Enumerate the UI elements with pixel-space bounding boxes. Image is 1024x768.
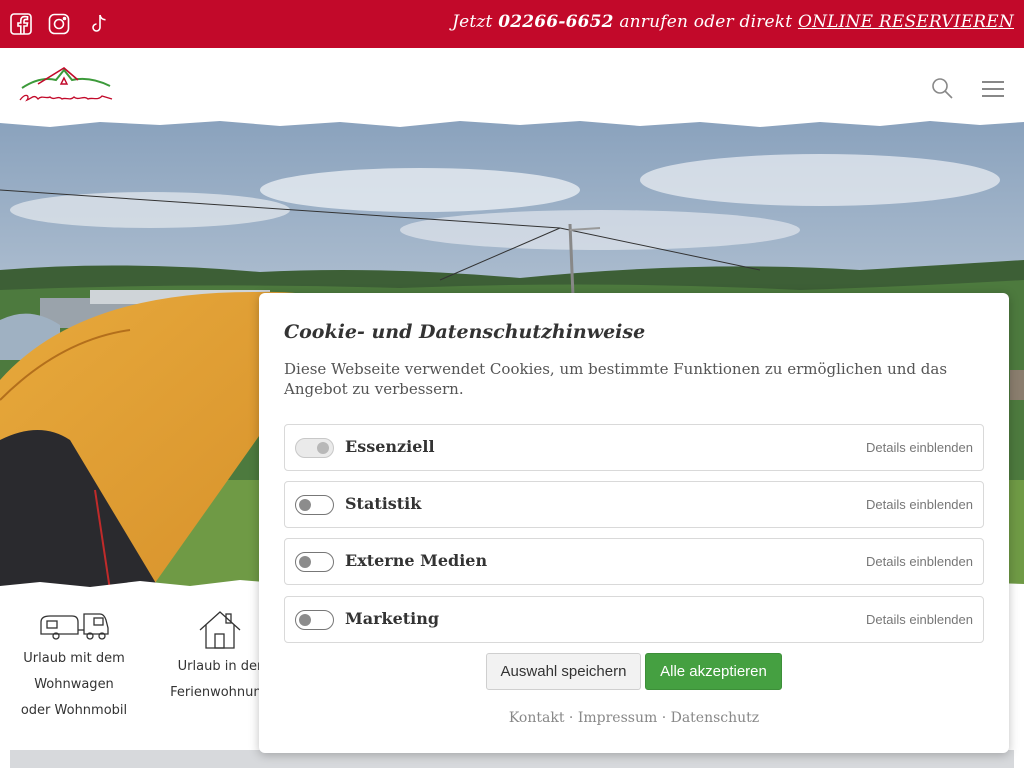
tile-label-line: Urlaub in der <box>177 659 263 674</box>
menu-icon[interactable] <box>982 76 1004 100</box>
impressum-link[interactable]: Impressum <box>578 710 657 726</box>
tile-label-line: Urlaub mit dem <box>23 651 125 666</box>
instagram-icon[interactable] <box>47 12 71 36</box>
tile-label-line: Ferienwohnung <box>170 685 270 700</box>
phone-number[interactable]: 02266-6652 <box>498 12 614 32</box>
tile-label-line: oder Wohnmobil <box>20 703 128 718</box>
cookie-title: Cookie- und Datenschutzhinweise <box>284 321 646 343</box>
datenschutz-link[interactable]: Datenschutz <box>671 710 760 726</box>
option-label: Externe Medien <box>345 551 488 570</box>
call-to-action: Jetzt 02266-6652 anrufen oder direkt ONL… <box>452 12 1014 32</box>
option-label: Marketing <box>345 609 440 628</box>
option-label: Essenziell <box>345 437 435 456</box>
cookie-option-externe-medien: Externe Medien Details einblenden <box>284 538 984 585</box>
kontakt-link[interactable]: Kontakt <box>509 710 565 726</box>
details-link[interactable]: Details einblenden <box>866 612 973 627</box>
tiktok-icon[interactable] <box>87 12 111 36</box>
marketing-toggle[interactable] <box>295 610 334 630</box>
details-link[interactable]: Details einblenden <box>866 554 973 569</box>
cookie-option-marketing: Marketing Details einblenden <box>284 596 984 643</box>
top-bar: Jetzt 02266-6652 anrufen oder direkt ONL… <box>0 0 1024 48</box>
tile-wohnwagen[interactable]: Urlaub mit dem Wohnwagen oder Wohnmobil <box>18 610 130 724</box>
accept-all-button[interactable]: Alle akzeptieren <box>645 653 782 690</box>
save-selection-button[interactable]: Auswahl speichern <box>486 653 641 690</box>
caravan-icon <box>40 613 109 640</box>
call-suffix: anrufen oder direkt <box>619 12 793 32</box>
externe-medien-toggle[interactable] <box>295 552 334 572</box>
torn-edge-top <box>0 116 1024 127</box>
details-link[interactable]: Details einblenden <box>866 497 973 512</box>
cookie-option-essenziell: Essenziell Details einblenden <box>284 424 984 471</box>
essenziell-toggle[interactable] <box>295 438 334 458</box>
cookie-consent-dialog: Cookie- und Datenschutzhinweise Diese We… <box>259 293 1009 753</box>
online-reserve-link[interactable]: ONLINE RESERVIEREN <box>798 12 1014 32</box>
statistik-toggle[interactable] <box>295 495 334 515</box>
option-label: Statistik <box>345 494 422 513</box>
cookie-footer-links: Kontakt · Impressum · Datenschutz <box>259 710 1009 726</box>
link-separator: · <box>661 710 667 726</box>
call-prefix: Jetzt <box>452 12 493 32</box>
facebook-icon[interactable] <box>9 12 33 36</box>
tile-ferienwohnung[interactable]: Urlaub in der Ferienwohnung <box>170 610 270 706</box>
cookie-description: Diese Webseite verwendet Cookies, um bes… <box>284 360 948 398</box>
cookie-option-statistik: Statistik Details einblenden <box>284 481 984 528</box>
search-icon[interactable] <box>930 76 954 100</box>
logo[interactable] <box>18 66 114 108</box>
tile-label-line: Wohnwagen <box>34 677 114 692</box>
link-separator: · <box>568 710 574 726</box>
house-icon <box>199 611 241 649</box>
details-link[interactable]: Details einblenden <box>866 440 973 455</box>
